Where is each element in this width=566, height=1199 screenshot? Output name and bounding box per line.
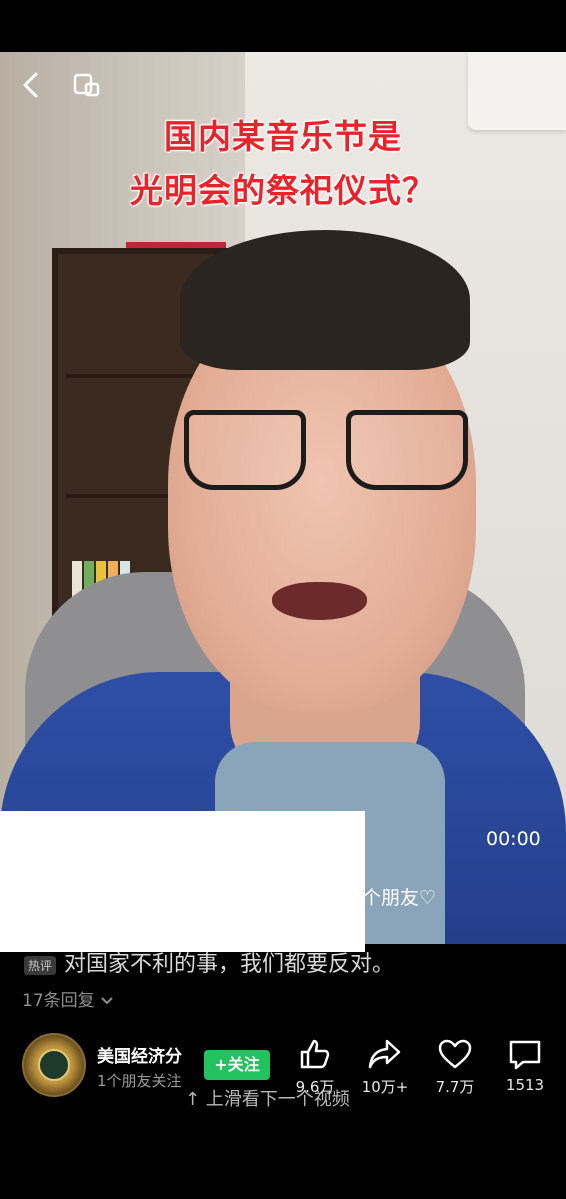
author-followers: 1个朋友关注 (97, 1072, 182, 1090)
lens-left (184, 410, 306, 490)
reply-count-label: 17条回复 (22, 991, 95, 1011)
friends-liked-label: 个朋友♡ (362, 887, 437, 909)
comment-icon (509, 1040, 541, 1070)
share-icon (368, 1039, 401, 1069)
avatar-emblem (38, 1049, 70, 1081)
like-button[interactable]: 9.6万 (280, 1036, 350, 1097)
share-count: 10万+ (361, 1078, 409, 1096)
favorite-button[interactable]: 7.7万 (420, 1036, 490, 1097)
hot-comment-tag: 热评 (24, 955, 57, 975)
chevron-left-icon (23, 72, 38, 98)
pip-button[interactable] (72, 70, 102, 106)
share-button[interactable]: 10万+ (350, 1036, 420, 1097)
follow-button[interactable]: +关注 (204, 1050, 270, 1080)
comment-count: 1513 (505, 1076, 545, 1094)
redacted-box (0, 811, 365, 952)
glasses (178, 410, 476, 500)
comment-button[interactable]: 1513 (490, 1036, 560, 1094)
back-button[interactable] (20, 70, 42, 106)
lens-right (346, 410, 468, 490)
chevron-down-icon (101, 997, 113, 1005)
video-subtitle-line-1: 国内某音乐节是 (164, 117, 402, 156)
thumbs-up-icon (300, 1039, 330, 1069)
favorite-count: 7.7万 (435, 1078, 475, 1096)
picture-in-picture-icon (73, 73, 100, 97)
hot-comment-text: 对国家不利的事，我们都要反对。 (64, 952, 395, 977)
hot-comment[interactable]: 热评 对国家不利的事，我们都要反对。 (24, 946, 394, 978)
author-name[interactable]: 美国经济分 (97, 1042, 182, 1067)
video-subtitle-line-2: 光明会的祭祀仪式？ (130, 171, 436, 210)
reply-count-button[interactable]: 17条回复 (22, 986, 114, 1011)
hair (180, 230, 470, 370)
like-count: 9.6万 (295, 1078, 335, 1096)
video-timer: 00:00 (486, 828, 541, 850)
avatar[interactable] (22, 1033, 86, 1097)
heart-icon (438, 1039, 472, 1069)
mouth (272, 582, 367, 620)
